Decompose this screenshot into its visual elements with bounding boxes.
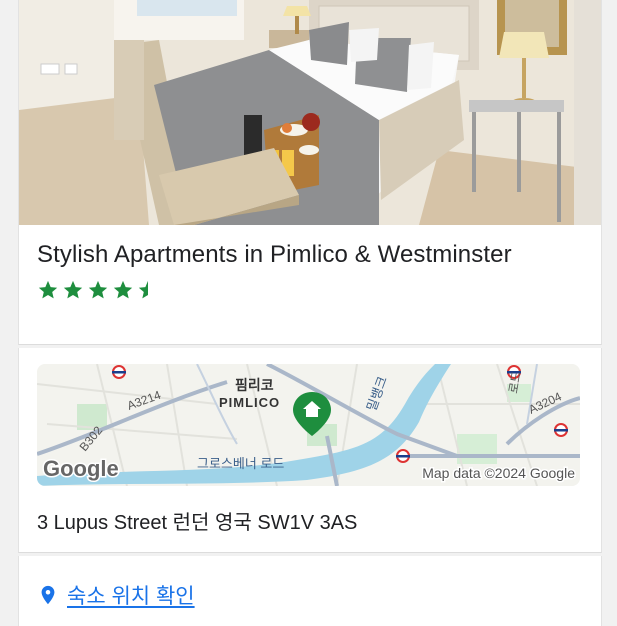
star-rating [37, 279, 159, 301]
view-location-label[interactable]: 숙소 위치 확인 [67, 580, 195, 610]
location-pin-icon [41, 585, 55, 605]
star-full-icon [38, 280, 58, 299]
map-attribution: Map data ©2024 Google [422, 465, 575, 481]
star-half-icon [138, 280, 148, 299]
hotel-title[interactable]: Stylish Apartments in Pimlico & Westmins… [37, 241, 591, 269]
map-card: 핌리코 PIMLICO A3214 B302 그로스베너 로드 밀뱅크 A320… [18, 348, 602, 553]
star-full-icon [88, 280, 108, 299]
view-location-link[interactable]: 숙소 위치 확인 [37, 580, 195, 610]
location-link-card: 숙소 위치 확인 [18, 556, 602, 626]
hotel-card[interactable]: Stylish Apartments in Pimlico & Westmins… [18, 0, 602, 345]
map-label-pimlico-ko: 핌리코 [235, 377, 274, 393]
map-label-pimlico-en: PIMLICO [219, 395, 280, 410]
star-full-icon [63, 280, 83, 299]
hotel-address: 3 Lupus Street 런던 영국 SW1V 3AS [37, 512, 358, 534]
location-map[interactable]: 핌리코 PIMLICO A3214 B302 그로스베너 로드 밀뱅크 A320… [37, 364, 580, 486]
hotel-photo[interactable] [19, 0, 601, 225]
google-logo: Google [43, 456, 119, 481]
map-label-grosvenor-road: 그로스베너 로드 [197, 456, 284, 471]
star-full-icon [113, 280, 133, 299]
